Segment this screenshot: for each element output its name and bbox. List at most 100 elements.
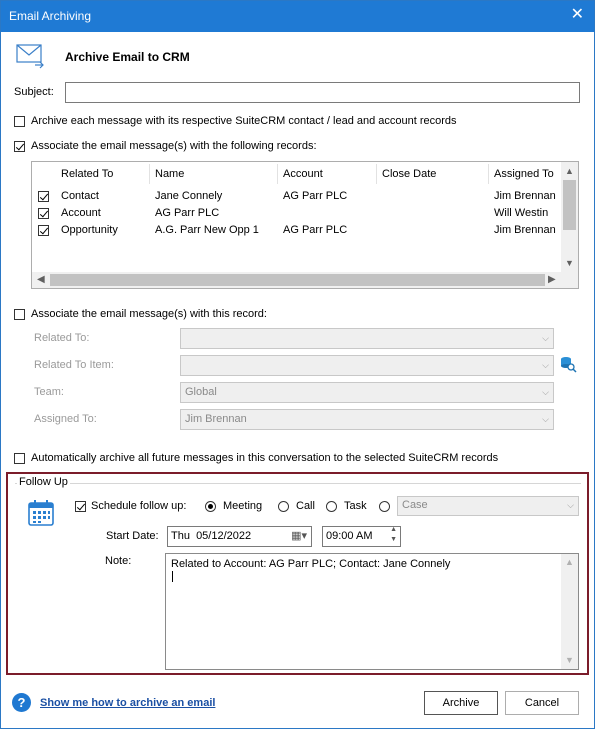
- row-related-to: Contact: [61, 190, 99, 202]
- start-time-value: 09:00 AM: [326, 530, 373, 542]
- title-bar: Email Archiving ✕: [1, 1, 594, 32]
- assigned-to-value: Jim Brennan: [185, 413, 247, 425]
- horizontal-scrollbar[interactable]: ◀ ▶: [32, 272, 578, 288]
- spin-up-icon[interactable]: ▲: [390, 526, 397, 533]
- row-assigned-to: Jim Brennan: [494, 224, 556, 236]
- chevron-down-icon: ⌵: [567, 500, 574, 510]
- meeting-label: Meeting: [223, 500, 263, 512]
- scroll-up-icon[interactable]: ▲: [565, 557, 574, 567]
- email-archiving-dialog: Email Archiving ✕ Archive Email to CRM S…: [0, 0, 595, 729]
- row-related-to: Opportunity: [61, 224, 118, 236]
- column-header[interactable]: Name: [155, 168, 184, 180]
- associate-this-checkbox[interactable]: [14, 309, 25, 320]
- close-icon[interactable]: ✕: [571, 7, 584, 23]
- column-header[interactable]: Close Date: [382, 168, 436, 180]
- row-related-to: Account: [61, 207, 101, 219]
- task-radio[interactable]: [326, 501, 337, 512]
- team-value: Global: [185, 386, 217, 398]
- assigned-to-label: Assigned To:: [34, 413, 97, 425]
- column-header[interactable]: Assigned To: [494, 168, 554, 180]
- note-textarea[interactable]: Related to Account: AG Parr PLC; Contact…: [165, 553, 579, 670]
- database-search-icon[interactable]: [559, 355, 577, 373]
- records-grid: Related To Name Account Close Date Assig…: [31, 161, 579, 289]
- start-date-label: Start Date:: [106, 530, 159, 542]
- column-header[interactable]: Account: [283, 168, 323, 180]
- calendar-icon: [26, 498, 56, 528]
- associate-records-checkbox[interactable]: [14, 141, 25, 152]
- schedule-followup-label: Schedule follow up:: [91, 500, 187, 512]
- subject-label: Subject:: [14, 86, 54, 98]
- help-icon[interactable]: ?: [12, 693, 31, 712]
- page-title: Archive Email to CRM: [65, 50, 190, 64]
- text-cursor: [172, 571, 173, 582]
- column-header[interactable]: Related To: [61, 168, 113, 180]
- call-label: Call: [296, 500, 315, 512]
- scroll-down-icon[interactable]: ▼: [565, 655, 574, 665]
- row-checkbox[interactable]: [38, 208, 49, 219]
- scroll-left-icon[interactable]: ◀: [37, 274, 45, 285]
- row-account: AG Parr PLC: [283, 224, 348, 236]
- related-item-label: Related To Item:: [34, 359, 114, 371]
- column-divider: [277, 164, 278, 184]
- vertical-scrollbar[interactable]: ▲ ▼: [561, 162, 578, 272]
- row-account: AG Parr PLC: [283, 190, 348, 202]
- case-value: Case: [402, 499, 428, 511]
- archive-each-checkbox[interactable]: [14, 116, 25, 127]
- followup-legend: Follow Up: [17, 476, 70, 488]
- row-assigned-to: Will Westin: [494, 207, 549, 219]
- start-date-value: Thu 05/12/2022: [171, 530, 252, 542]
- note-label: Note:: [105, 555, 132, 567]
- chevron-down-icon: ⌵: [542, 414, 549, 424]
- help-link[interactable]: Show me how to archive an email: [40, 697, 215, 709]
- followup-section: Follow Up Schedule follow up: Meeting Ca…: [6, 472, 589, 675]
- team-label: Team:: [34, 386, 64, 398]
- note-text: Related to Account: AG Parr PLC; Contact…: [171, 558, 451, 570]
- auto-archive-checkbox[interactable]: [14, 453, 25, 464]
- scroll-up-icon[interactable]: ▲: [565, 166, 574, 176]
- chevron-down-icon: ⌵: [542, 387, 549, 397]
- scrollbar-thumb[interactable]: [50, 274, 545, 286]
- row-checkbox[interactable]: [38, 225, 49, 236]
- table-row[interactable]: Contact Jane Connely AG Parr PLC Jim Bre…: [32, 188, 562, 205]
- case-select[interactable]: Case ⌵: [397, 496, 579, 516]
- case-radio[interactable]: [379, 501, 390, 512]
- schedule-followup-checkbox[interactable]: [75, 501, 86, 512]
- scroll-right-icon[interactable]: ▶: [548, 274, 556, 285]
- subject-input[interactable]: [65, 82, 580, 103]
- archive-button[interactable]: Archive: [424, 691, 498, 715]
- row-name: A.G. Parr New Opp 1: [155, 224, 259, 236]
- associate-records-label: Associate the email message(s) with the …: [31, 140, 317, 152]
- table-row[interactable]: Opportunity A.G. Parr New Opp 1 AG Parr …: [32, 222, 562, 239]
- chevron-down-icon: ⌵: [542, 333, 549, 343]
- start-time-spinner[interactable]: 09:00 AM ▲ ▼: [322, 526, 401, 547]
- team-select[interactable]: Global ⌵: [180, 382, 554, 403]
- related-item-select[interactable]: ⌵: [180, 355, 554, 376]
- task-label: Task: [344, 500, 367, 512]
- associate-this-label: Associate the email message(s) with this…: [31, 308, 267, 320]
- column-divider: [488, 164, 489, 184]
- table-row[interactable]: Account AG Parr PLC Will Westin: [32, 205, 562, 222]
- meeting-radio[interactable]: [205, 501, 216, 512]
- call-radio[interactable]: [278, 501, 289, 512]
- related-to-select[interactable]: ⌵: [180, 328, 554, 349]
- related-to-label: Related To:: [34, 332, 90, 344]
- start-date-picker[interactable]: Thu 05/12/2022 ▦▾: [167, 526, 312, 547]
- column-divider: [149, 164, 150, 184]
- email-archive-icon: [15, 42, 45, 70]
- assigned-to-select[interactable]: Jim Brennan ⌵: [180, 409, 554, 430]
- scroll-down-icon[interactable]: ▼: [565, 258, 574, 268]
- row-name: AG Parr PLC: [155, 207, 220, 219]
- window-title: Email Archiving: [9, 9, 92, 23]
- cancel-button[interactable]: Cancel: [505, 691, 579, 715]
- scrollbar-thumb[interactable]: [563, 180, 576, 230]
- column-divider: [376, 164, 377, 184]
- note-scrollbar[interactable]: ▲ ▼: [561, 554, 578, 669]
- row-checkbox[interactable]: [38, 191, 49, 202]
- calendar-dropdown-icon[interactable]: ▦▾: [291, 529, 307, 542]
- auto-archive-label: Automatically archive all future message…: [31, 452, 499, 464]
- followup-group-border: [15, 483, 581, 484]
- archive-each-label: Archive each message with its respective…: [31, 115, 457, 127]
- spin-down-icon[interactable]: ▼: [390, 536, 397, 543]
- chevron-down-icon: ⌵: [542, 360, 549, 370]
- row-assigned-to: Jim Brennan: [494, 190, 556, 202]
